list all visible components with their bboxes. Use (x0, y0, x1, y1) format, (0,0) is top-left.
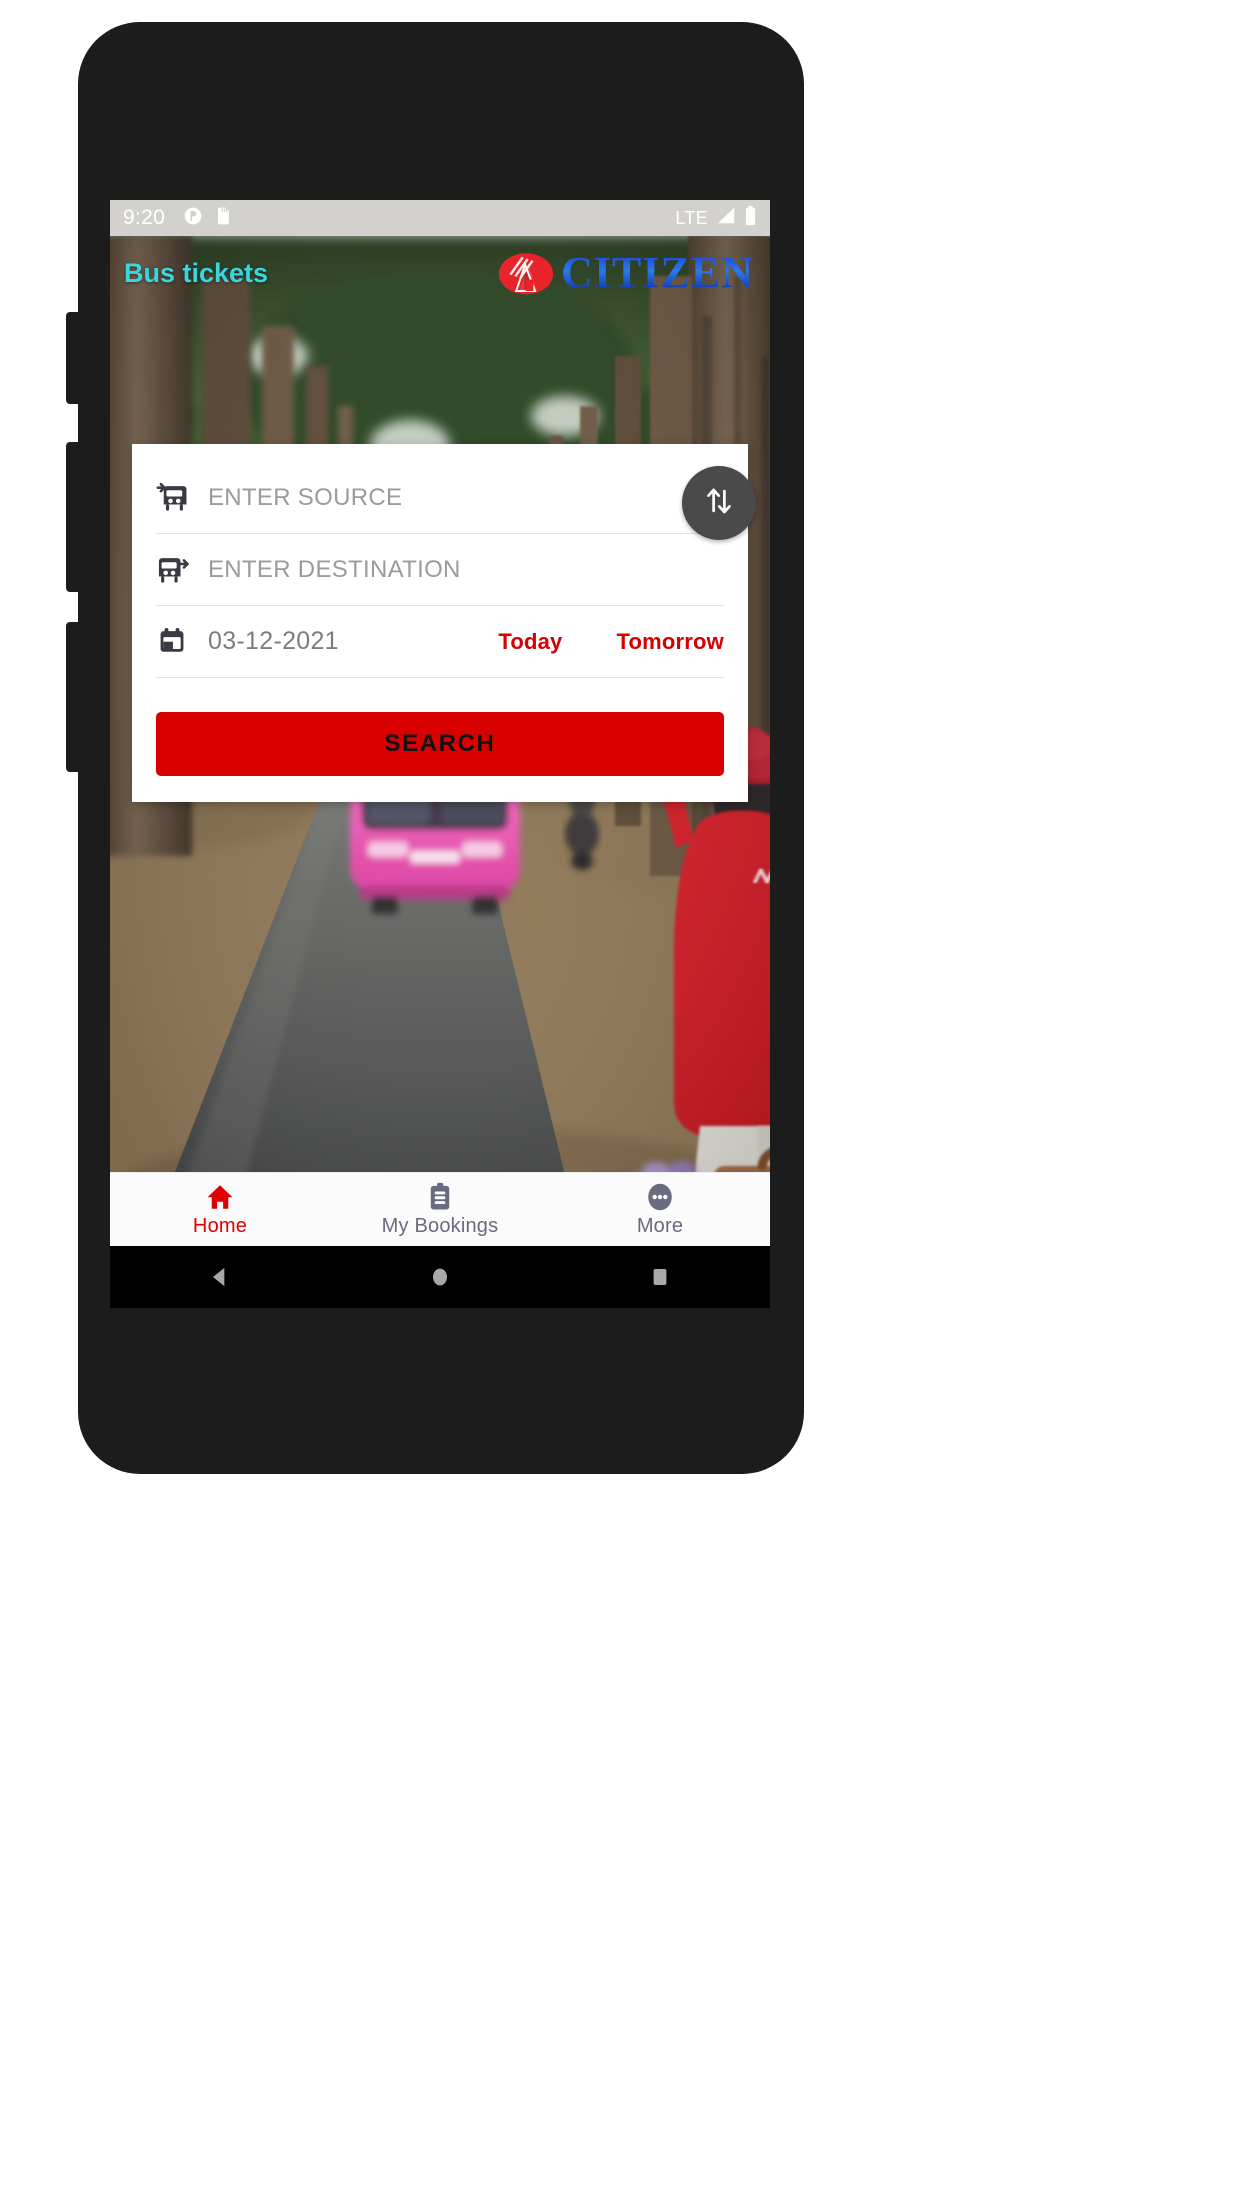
destination-field-row[interactable]: ENTER DESTINATION (156, 534, 724, 606)
calendar-icon (156, 625, 190, 659)
brand-logo: CITIZEN (497, 250, 756, 296)
battery-icon (744, 205, 757, 232)
phone-frame: 9:20 LTE Bus tickets CITIZEN ENTER SOURC… (66, 22, 804, 1474)
home-icon (205, 1182, 235, 1212)
search-button-label: SEARCH (384, 730, 496, 757)
back-button[interactable] (190, 1257, 250, 1297)
do-not-disturb-icon (183, 206, 203, 231)
status-bar: 9:20 LTE (110, 200, 770, 236)
phone-screen: 9:20 LTE Bus tickets CITIZEN ENTER SOURC… (110, 200, 770, 1308)
nav-item-more[interactable]: More (550, 1182, 770, 1238)
bus-departure-icon (156, 553, 190, 587)
network-type-label: LTE (675, 207, 708, 228)
nav-item-home[interactable]: Home (110, 1182, 330, 1238)
signal-strength-icon (715, 206, 737, 231)
sd-card-icon (214, 206, 232, 231)
source-field-row[interactable]: ENTER SOURCE (156, 462, 724, 534)
swap-vertical-icon (702, 484, 736, 523)
nav-label-home: Home (192, 1214, 248, 1237)
swap-source-destination-button[interactable] (682, 466, 756, 540)
ellipsis-circle-icon (645, 1182, 675, 1212)
brand-name: CITIZEN (561, 248, 754, 298)
volume-up-button[interactable] (66, 312, 80, 404)
android-system-nav (110, 1246, 770, 1308)
app-header: Bus tickets CITIZEN (110, 236, 770, 310)
page-title: Bus tickets (124, 257, 269, 288)
tomorrow-button[interactable]: Tomorrow (616, 629, 724, 655)
volume-down-button[interactable] (66, 442, 80, 592)
date-field-row[interactable]: 03-12-2021 Today Tomorrow (156, 606, 724, 678)
nav-item-my-bookings[interactable]: My Bookings (330, 1182, 550, 1238)
status-time: 9:20 (123, 206, 166, 229)
destination-input[interactable]: ENTER DESTINATION (208, 556, 461, 584)
bus-arrival-icon (156, 481, 190, 515)
search-button[interactable]: SEARCH (156, 712, 724, 776)
citizen-logo-icon (497, 250, 555, 296)
date-value[interactable]: 03-12-2021 (208, 627, 339, 656)
nav-label-my-bookings: My Bookings (381, 1214, 499, 1237)
search-card: ENTER SOURCE ENTER DESTINATION 03-12-202… (132, 444, 756, 802)
power-button[interactable] (66, 622, 80, 772)
bottom-navigation-bar: Home My Bookings More (110, 1172, 770, 1246)
nav-label-more: More (636, 1214, 684, 1237)
home-button[interactable] (410, 1257, 470, 1297)
recents-button[interactable] (630, 1257, 690, 1297)
clipboard-icon (426, 1182, 454, 1212)
today-button[interactable]: Today (498, 629, 562, 655)
source-input[interactable]: ENTER SOURCE (208, 484, 402, 512)
